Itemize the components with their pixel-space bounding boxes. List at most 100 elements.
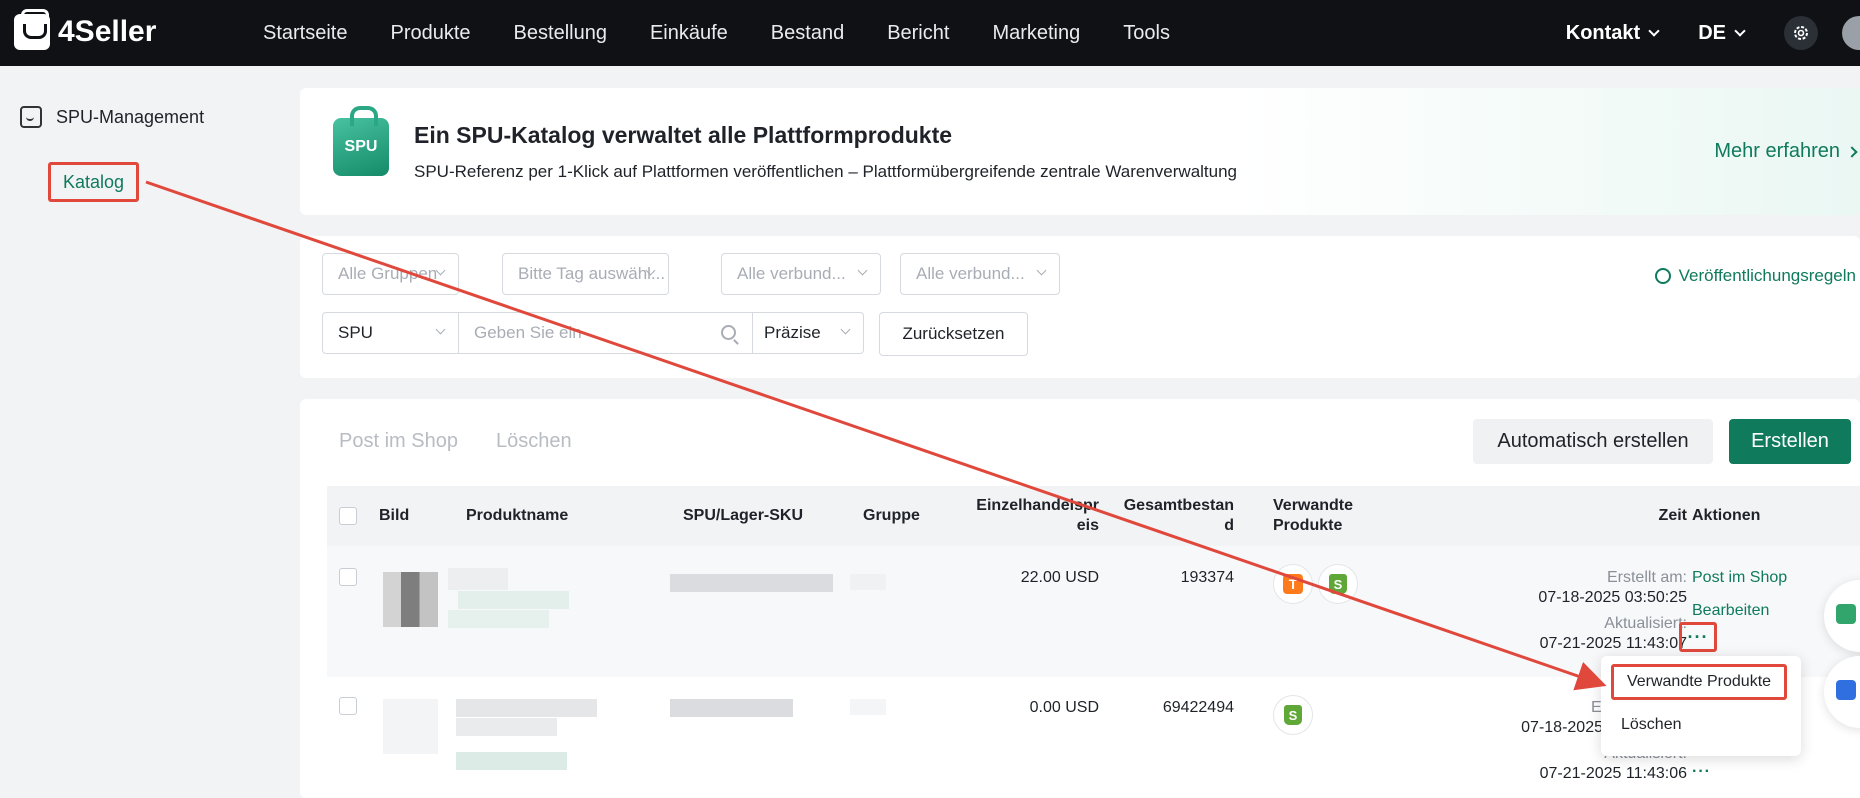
brand-logo[interactable]: 4Seller [14,9,156,50]
platform-temu[interactable]: T [1273,564,1313,604]
created-time: 07-18-2025 [1521,719,1603,736]
shopify-icon: S [1284,705,1302,725]
product-name-blur [448,568,508,590]
gear-icon [1794,26,1808,40]
row-checkbox[interactable] [339,697,357,715]
total-stock: 193374 [1180,569,1234,586]
nav-item-tools[interactable]: Tools [1123,22,1170,45]
monitor-icon [1836,680,1856,700]
learn-more-link[interactable]: Mehr erfahren [1714,140,1858,163]
header-sku: SPU/Lager-SKU [683,507,804,524]
linked-select-2[interactable]: Alle verbund... [900,253,1060,295]
table-header: Bild Produktname SPU/Lager-SKU Gruppe Ei… [327,486,1860,546]
header-related: Verwandte Produkte [1273,497,1354,534]
select-all-checkbox[interactable] [339,507,357,525]
nav-right: Kontakt DE [1566,0,1860,66]
bag-icon [20,106,42,128]
more-actions-menu: Verwandte Produkte Löschen [1601,656,1801,756]
total-stock: 69422494 [1162,699,1234,716]
contact-dropdown[interactable]: Kontakt [1565,21,1660,45]
main-nav: Startseite Produkte Bestellung Einkäufe … [263,0,1213,66]
product-name-blur [456,699,597,717]
platform-shopify[interactable]: S [1318,564,1358,604]
menu-item-related-products[interactable]: Verwandte Produkte [1611,664,1787,700]
linked-select-1[interactable]: Alle verbund... [721,253,881,295]
created-label: Erstellt am: [1606,569,1687,586]
product-name-blur [456,718,557,736]
language-label: DE [1698,21,1726,44]
sidebar-item-label: Katalog [62,171,125,192]
auto-create-button[interactable]: Automatisch erstellen [1473,419,1713,464]
sku-blur [670,699,793,717]
nav-item-produkte[interactable]: Produkte [390,22,470,45]
field-select[interactable]: SPU [322,312,459,354]
header-stock: Gesamtbestan d [1123,497,1234,534]
platform-shopify[interactable]: S [1273,695,1313,735]
language-dropdown[interactable]: DE [1698,21,1746,45]
updated-time: 07-21-2025 11:43:07 [1539,635,1687,652]
group-select[interactable]: Alle Gruppen [322,253,459,295]
nav-item-bestellung[interactable]: Bestellung [514,22,607,45]
header-actions: Aktionen [1692,507,1761,524]
search-input[interactable]: Geben Sie ein [458,312,753,354]
chevron-down-icon [1734,24,1746,37]
tag-select[interactable]: Bitte Tag auswähl... [502,253,669,295]
bag-logo-icon [14,9,50,50]
shopify-icon: S [1329,574,1347,594]
reset-button[interactable]: Zurücksetzen [879,312,1028,356]
gear-icon [1654,268,1671,284]
delete-button[interactable]: Löschen [496,430,572,453]
product-name-blur [456,752,567,770]
sidebar-section-spu[interactable]: SPU-Management [20,106,204,128]
header-group: Gruppe [863,507,920,524]
more-actions-button[interactable]: ··· [1679,622,1717,652]
nav-item-einkaeufe[interactable]: Einkäufe [650,22,728,45]
product-thumbnail[interactable] [383,699,438,754]
edit-action[interactable]: Bearbeiten [1692,602,1769,620]
header-time: Zeit [1658,507,1687,524]
linked-select-2-value: Alle verbund... [916,264,1025,283]
chevron-down-icon [840,324,851,335]
contact-label: Kontakt [1565,21,1641,44]
row-checkbox[interactable] [339,568,357,586]
sidebar: SPU-Management Katalog [0,66,300,798]
chevron-down-icon [1036,265,1047,276]
sidebar-item-katalog[interactable]: Katalog [48,162,139,202]
chat-icon [1836,604,1856,624]
product-name-blur [458,591,569,609]
avatar[interactable] [1842,16,1860,50]
create-button[interactable]: Erstellen [1729,419,1851,464]
info-banner: SPU Ein SPU-Katalog verwaltet alle Platt… [300,88,1860,215]
banner-subtitle: SPU-Referenz per 1-Klick auf Plattformen… [414,162,1238,181]
nav-item-startseite[interactable]: Startseite [263,22,347,45]
spu-bag-icon: SPU [333,106,389,176]
chevron-down-icon [857,265,868,276]
updated-label: Aktualisiert: [1604,615,1687,632]
nav-item-bericht[interactable]: Bericht [887,22,949,45]
product-name-blur [448,610,549,628]
top-navbar: 4Seller Startseite Produkte Bestellung E… [0,0,1860,66]
retail-price: 0.00 USD [1029,699,1099,716]
settings-button[interactable] [1784,16,1818,50]
post-in-shop-action[interactable]: Post im Shop [1692,569,1787,587]
search-icon[interactable] [721,325,736,340]
retail-price: 22.00 USD [1020,569,1099,586]
search-placeholder: Geben Sie ein [474,323,582,342]
banner-title: Ein SPU-Katalog verwaltet alle Plattform… [414,122,953,148]
field-select-value: SPU [338,323,373,342]
temu-icon: T [1283,574,1303,594]
nav-item-marketing[interactable]: Marketing [992,22,1080,45]
product-thumbnail[interactable] [383,572,438,627]
match-select[interactable]: Präzise [752,312,864,354]
menu-item-delete[interactable]: Löschen [1621,716,1682,734]
header-price: Einzelhandelspr eis [976,497,1099,534]
post-in-shop-button[interactable]: Post im Shop [339,430,458,453]
group-blur [850,574,886,590]
spu-icon-text: SPU [344,138,378,155]
header-product-name: Produktname [466,507,569,524]
chevron-right-icon [1846,145,1858,158]
more-actions-button[interactable]: ··· [1692,763,1711,781]
publish-rules-link[interactable]: Veröffentlichungsregeln [1654,266,1856,286]
nav-item-bestand[interactable]: Bestand [771,22,844,45]
created-label: Er [1591,699,1607,716]
